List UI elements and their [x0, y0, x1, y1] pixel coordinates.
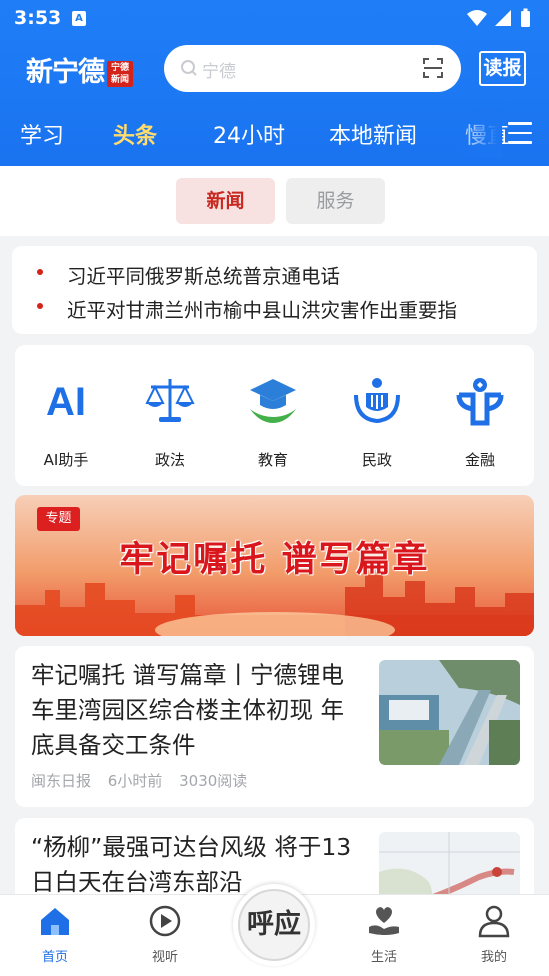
search-placeholder: 宁德	[202, 62, 236, 82]
headline-text: 习近平同俄罗斯总统普京通电话	[67, 265, 341, 288]
article-title: 牢记嘱托 谱写篇章丨宁德锂电车里湾园区综合楼主体初现 年底具备交工条件	[31, 661, 344, 759]
service-finance[interactable]: 金融	[435, 373, 525, 470]
tabs-fade	[456, 108, 502, 158]
article-source: 闽东日报	[31, 772, 92, 790]
tab-24h[interactable]: 24小时	[213, 118, 285, 150]
service-label: AI助手	[43, 451, 89, 469]
article-thumbnail	[379, 660, 520, 765]
channel-tabs: 学习 头条 24小时 本地新闻 慢直	[0, 108, 549, 158]
bullet-dot	[37, 303, 43, 309]
heart-hand-icon	[369, 907, 399, 935]
battery-icon	[521, 11, 530, 27]
finance-icon	[456, 378, 504, 426]
logo-text: 新宁德	[26, 57, 105, 88]
tab-headlines[interactable]: 头条	[113, 118, 157, 150]
notification-a-icon: A	[72, 11, 86, 26]
nav-video[interactable]: 视听	[130, 903, 200, 965]
people-hands-icon	[354, 378, 400, 424]
article-meta: 闽东日报 6小时前 3030阅读	[31, 770, 259, 791]
service-label: 政法	[154, 451, 185, 469]
nav-label: 视听	[151, 950, 178, 965]
logo-seal: 宁德新闻	[107, 60, 133, 87]
bullet-dot	[37, 269, 43, 275]
service-politics-law[interactable]: 政法	[125, 373, 215, 470]
headline-item[interactable]: 近平对甘肃兰州市榆中县山洪灾害作出重要指	[12, 289, 537, 323]
service-label: 教育	[257, 451, 288, 469]
search-icon	[181, 60, 197, 76]
service-civil-affairs[interactable]: 民政	[332, 373, 422, 470]
headline-list: 习近平同俄罗斯总统普京通电话 近平对甘肃兰州市榆中县山洪灾害作出重要指	[12, 246, 537, 334]
service-label: 金融	[464, 451, 495, 469]
hu-ying-button[interactable]: 呼应	[233, 884, 315, 966]
sub-tabs: 新闻 服务	[0, 166, 549, 236]
nav-life[interactable]: 生活	[349, 903, 419, 965]
nav-label: 生活	[370, 950, 397, 965]
scan-icon[interactable]	[423, 58, 443, 78]
service-label: 民政	[361, 451, 392, 469]
article-reads: 3030阅读	[179, 772, 248, 790]
signal-icon	[495, 10, 511, 26]
search-bar[interactable]: 宁德	[164, 45, 461, 92]
article-title: “杨柳”最强可达台风级 将于13日白天在台湾东部沿	[31, 833, 352, 896]
app-logo: 新宁德 宁德新闻	[26, 50, 133, 88]
scales-icon	[145, 379, 195, 422]
tab-local-news[interactable]: 本地新闻	[329, 118, 417, 150]
service-grid: AI AI助手 政法 教育 民政 金融	[15, 345, 534, 486]
nav-label: 首页	[41, 950, 68, 965]
article-time: 6小时前	[107, 772, 163, 790]
banner-title: 牢记嘱托 谱写篇章	[119, 539, 430, 580]
subtab-service[interactable]: 服务	[286, 178, 385, 224]
status-bar: 3:53 A	[0, 0, 549, 36]
tab-study[interactable]: 学习	[20, 118, 64, 150]
headline-item[interactable]: 习近平同俄罗斯总统普京通电话	[12, 255, 537, 289]
user-icon	[478, 905, 510, 938]
home-icon	[41, 908, 69, 935]
nav-home[interactable]: 首页	[20, 903, 90, 965]
read-paper-button[interactable]: 读报	[479, 51, 526, 86]
system-status-icons	[467, 8, 530, 27]
status-time: 3:53	[14, 7, 62, 29]
headline-text: 近平对甘肃兰州市榆中县山洪灾害作出重要指	[67, 299, 458, 322]
article-card[interactable]: 牢记嘱托 谱写篇章丨宁德锂电车里湾园区综合楼主体初现 年底具备交工条件 闽东日报…	[15, 646, 534, 807]
graduation-cap-icon	[250, 379, 296, 423]
ai-icon: AI	[46, 380, 86, 424]
subtab-news[interactable]: 新闻	[176, 178, 275, 224]
nav-profile[interactable]: 我的	[459, 903, 529, 965]
banner-tag: 专题	[37, 507, 80, 531]
service-education[interactable]: 教育	[228, 373, 318, 470]
hu-ying-label: 呼应	[238, 889, 310, 961]
play-icon	[149, 905, 181, 937]
service-ai-assistant[interactable]: AI AI助手	[21, 373, 111, 470]
wifi-icon	[467, 10, 487, 26]
menu-icon[interactable]	[508, 122, 532, 144]
header-region: 3:53 A 新宁德宁德新闻 宁德 读报 学习 头条 24小时 本地新闻 慢直	[0, 0, 549, 166]
nav-label: 我的	[480, 950, 507, 965]
svg-text:AI: AI	[46, 380, 86, 424]
special-topic-banner[interactable]: 专题 牢记嘱托 谱写篇章	[15, 495, 534, 636]
